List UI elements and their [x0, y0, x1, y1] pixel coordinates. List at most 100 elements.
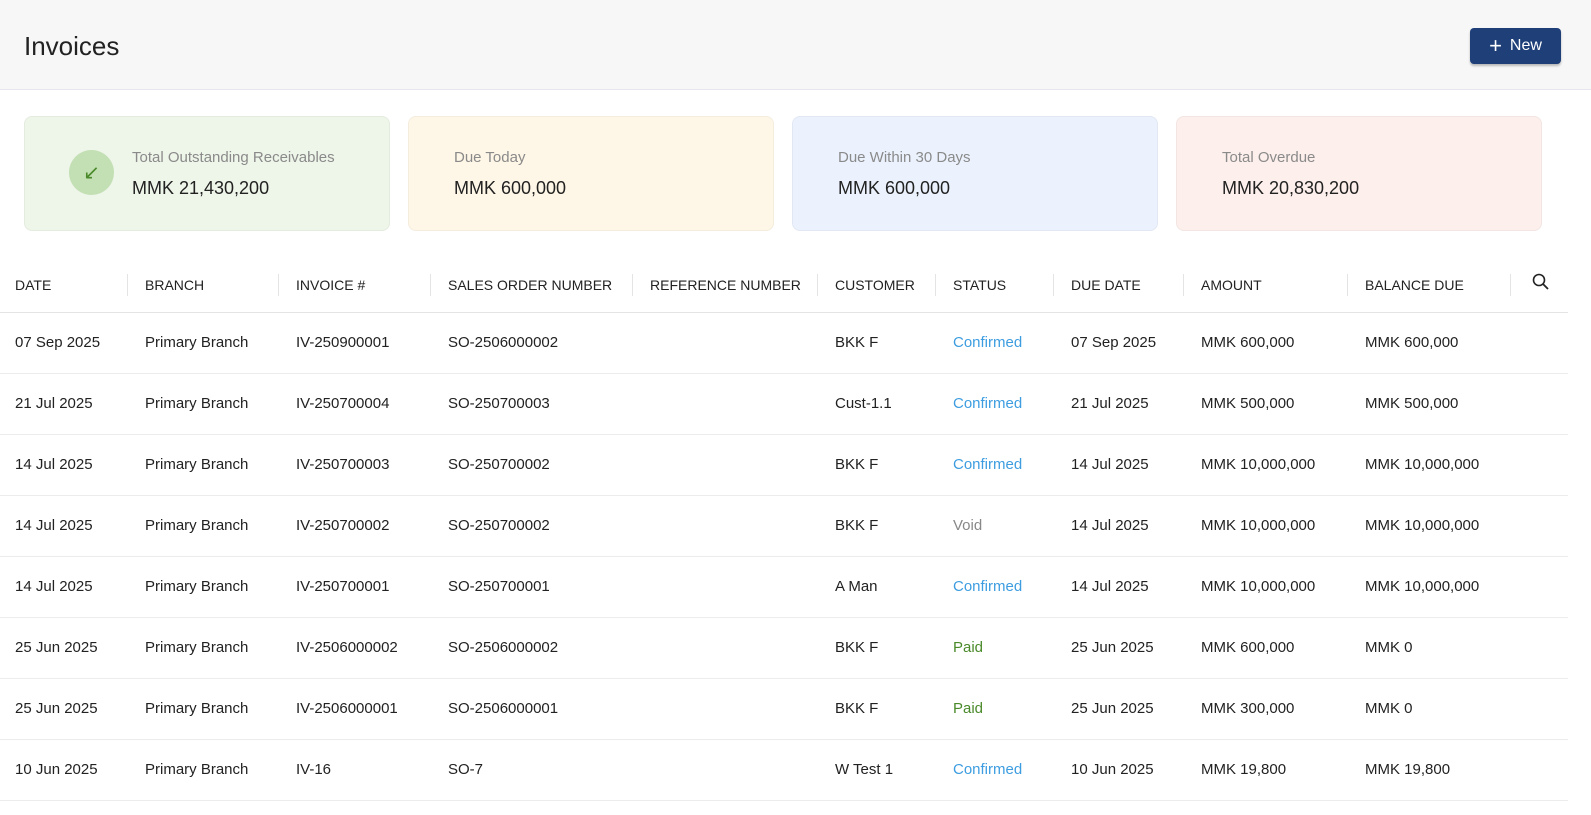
- column-divider[interactable]: [817, 274, 818, 296]
- table-cell: BKK F: [820, 434, 938, 496]
- column-header-label: BALANCE DUE: [1365, 276, 1464, 293]
- search-icon[interactable]: [1513, 258, 1568, 313]
- page-title: Invoices: [24, 31, 120, 61]
- table-cell: 14 Jul 2025: [0, 434, 130, 496]
- table-cell: SO-250700001: [433, 556, 635, 618]
- invoices-table: DATE BRANCH INVOICE # SALES ORDER NUMBER REF…: [0, 258, 1568, 801]
- table-cell: [1513, 739, 1568, 801]
- table-cell: [1513, 617, 1568, 679]
- table-cell: [1513, 434, 1568, 496]
- table-cell: MMK 0: [1350, 678, 1513, 740]
- column-divider[interactable]: [278, 274, 279, 296]
- table-cell: IV-250700004: [281, 373, 433, 435]
- table-cell: SO-2506000002: [433, 312, 635, 374]
- table-cell: BKK F: [820, 495, 938, 557]
- table-cell: Cust-1.1: [820, 373, 938, 435]
- table-cell: W Test 1: [820, 739, 938, 801]
- table-cell: [635, 678, 820, 740]
- table-cell: [1513, 556, 1568, 618]
- table-cell: Primary Branch: [130, 434, 281, 496]
- column-divider[interactable]: [1510, 274, 1511, 296]
- table-cell: MMK 10,000,000: [1350, 495, 1513, 557]
- table-cell: MMK 19,800: [1350, 739, 1513, 801]
- table-row[interactable]: 25 Jun 2025 Primary Branch IV-2506000001 SO…: [0, 678, 1568, 740]
- column-header[interactable]: INVOICE #: [281, 258, 433, 313]
- column-divider[interactable]: [430, 274, 431, 296]
- column-header[interactable]: BALANCE DUE: [1350, 258, 1513, 313]
- table-cell: MMK 300,000: [1186, 678, 1350, 740]
- table-cell: IV-2506000001: [281, 678, 433, 740]
- table-cell: [635, 434, 820, 496]
- table-cell: A Man: [820, 556, 938, 618]
- table-cell: [1513, 373, 1568, 435]
- table-cell: BKK F: [820, 678, 938, 740]
- column-header[interactable]: SALES ORDER NUMBER: [433, 258, 635, 313]
- card-value: MMK 600,000: [838, 178, 951, 198]
- table-cell: Primary Branch: [130, 617, 281, 679]
- table-cell: SO-2506000002: [433, 617, 635, 679]
- table-cell: IV-250700001: [281, 556, 433, 618]
- column-header[interactable]: REFERENCE NUMBER: [635, 258, 820, 313]
- table-cell: 21 Jul 2025: [0, 373, 130, 435]
- table-cell: 21 Jul 2025: [1056, 373, 1186, 435]
- summary-card: ↙ Total Outstanding Receivables MMK 21,430…: [24, 116, 390, 231]
- card-label: Due Today: [454, 149, 526, 166]
- status-badge: Confirmed: [938, 739, 1056, 801]
- table-cell: MMK 10,000,000: [1350, 556, 1513, 618]
- table-cell: 25 Jun 2025: [1056, 617, 1186, 679]
- summary-card: Due Within 30 Days MMK 600,000: [792, 116, 1158, 231]
- table-header-row: DATE BRANCH INVOICE # SALES ORDER NUMBER REF…: [0, 258, 1568, 313]
- table-row[interactable]: 14 Jul 2025 Primary Branch IV-250700003 SO-…: [0, 434, 1568, 496]
- table-cell: SO-7: [433, 739, 635, 801]
- column-header[interactable]: AMOUNT: [1186, 258, 1350, 313]
- table-row[interactable]: 14 Jul 2025 Primary Branch IV-250700001 SO-…: [0, 556, 1568, 618]
- column-header[interactable]: DUE DATE: [1056, 258, 1186, 313]
- table-cell: 10 Jun 2025: [1056, 739, 1186, 801]
- table-cell: 10 Jun 2025: [0, 739, 130, 801]
- column-header-label: REFERENCE NUMBER: [650, 276, 801, 293]
- plus-icon: +: [1489, 33, 1502, 58]
- status-badge: Confirmed: [938, 312, 1056, 374]
- table-row[interactable]: 21 Jul 2025 Primary Branch IV-250700004 SO-…: [0, 373, 1568, 435]
- table-cell: [1513, 495, 1568, 557]
- column-header[interactable]: BRANCH: [130, 258, 281, 313]
- table-row[interactable]: 14 Jul 2025 Primary Branch IV-250700002 SO-…: [0, 495, 1568, 557]
- table-cell: 14 Jul 2025: [1056, 495, 1186, 557]
- summary-cards: ↙ Total Outstanding Receivables MMK 21,430…: [24, 116, 1542, 231]
- card-label: Due Within 30 Days: [838, 149, 971, 166]
- table-cell: SO-250700003: [433, 373, 635, 435]
- table-cell: Primary Branch: [130, 373, 281, 435]
- column-divider[interactable]: [935, 274, 936, 296]
- column-header[interactable]: DATE: [0, 258, 130, 313]
- table-cell: Primary Branch: [130, 739, 281, 801]
- table-cell: 25 Jun 2025: [0, 617, 130, 679]
- table-cell: IV-16: [281, 739, 433, 801]
- table-cell: Primary Branch: [130, 495, 281, 557]
- column-header[interactable]: STATUS: [938, 258, 1056, 313]
- column-divider[interactable]: [1183, 274, 1184, 296]
- column-header-label: INVOICE #: [296, 276, 366, 293]
- new-invoice-button[interactable]: + New: [1470, 28, 1561, 64]
- table-cell: 14 Jul 2025: [0, 495, 130, 557]
- column-header[interactable]: CUSTOMER: [820, 258, 938, 313]
- column-divider[interactable]: [632, 274, 633, 296]
- status-badge: Paid: [938, 617, 1056, 679]
- table-row[interactable]: 07 Sep 2025 Primary Branch IV-250900001 SO-…: [0, 312, 1568, 374]
- summary-card: Total Overdue MMK 20,830,200: [1176, 116, 1542, 231]
- table-row[interactable]: 25 Jun 2025 Primary Branch IV-2506000002 SO…: [0, 617, 1568, 679]
- table-cell: MMK 10,000,000: [1186, 434, 1350, 496]
- column-header-label: BRANCH: [145, 276, 205, 293]
- table-cell: 07 Sep 2025: [1056, 312, 1186, 374]
- arrow-down-left-icon: ↙: [69, 150, 114, 195]
- table-cell: Primary Branch: [130, 556, 281, 618]
- table-row[interactable]: 10 Jun 2025 Primary Branch IV-16 SO-7 W Test…: [0, 739, 1568, 801]
- status-badge: Confirmed: [938, 556, 1056, 618]
- table-cell: [635, 556, 820, 618]
- table-cell: [635, 617, 820, 679]
- column-divider[interactable]: [1053, 274, 1054, 296]
- new-button-label: New: [1509, 37, 1542, 54]
- table-cell: MMK 0: [1350, 617, 1513, 679]
- column-divider[interactable]: [1347, 274, 1348, 296]
- column-divider[interactable]: [127, 274, 128, 296]
- table-cell: MMK 10,000,000: [1186, 556, 1350, 618]
